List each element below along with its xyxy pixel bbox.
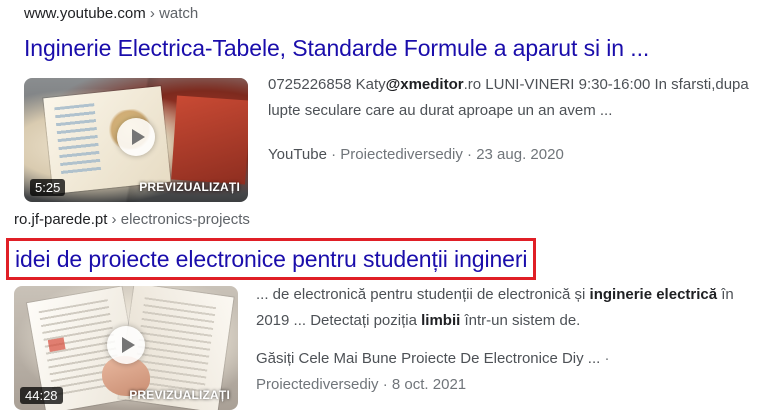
result-date: 8 oct. 2021 xyxy=(391,376,467,393)
result-title-link-highlighted[interactable]: idei de proiecte electronice pentru stud… xyxy=(6,238,537,280)
snippet-text: ... de electronică pentru studenții de e… xyxy=(256,286,590,303)
result-channel: Proiectediversediy xyxy=(340,146,463,163)
snippet-bold-text: @xmeditor xyxy=(385,76,464,93)
video-thumbnail[interactable]: 44:28 PREVIZUALIZAȚI xyxy=(14,286,238,410)
preview-label[interactable]: PREVIZUALIZAȚI xyxy=(139,180,240,194)
snippet-text: într-un sistem de. xyxy=(460,312,581,329)
result-domain[interactable]: ro.jf-parede.pt xyxy=(14,211,107,228)
play-icon[interactable] xyxy=(117,118,155,156)
result-date: 23 aug. 2020 xyxy=(476,146,564,163)
meta-separator: · xyxy=(600,350,610,367)
result-title-text[interactable]: Inginerie Electrica-Tabele, Standarde Fo… xyxy=(24,35,649,61)
result-title-link[interactable]: Inginerie Electrica-Tabele, Standarde Fo… xyxy=(24,34,649,62)
result-channel: Proiectediversediy xyxy=(256,376,379,393)
meta-separator: · xyxy=(462,146,477,163)
result-url-breadcrumb[interactable]: ro.jf-parede.pt › electronics-projects xyxy=(14,210,250,230)
result-snippet: 0725226858 Katy@xmeditor.ro LUNI-VINERI … xyxy=(268,72,758,124)
result-path: › watch xyxy=(145,5,199,22)
result-snippet: ... de electronică pentru studenții de e… xyxy=(256,282,756,334)
snippet-bold-text: limbii xyxy=(421,312,461,329)
result-title-text[interactable]: idei de proiecte electronice pentru stud… xyxy=(15,246,528,272)
video-duration-badge: 5:25 xyxy=(30,179,66,196)
preview-label[interactable]: PREVIZUALIZAȚI xyxy=(129,388,230,402)
result-meta: Proiectediversediy · 8 oct. 2021 xyxy=(256,372,466,398)
result-domain[interactable]: www.youtube.com xyxy=(24,5,146,22)
video-duration-badge: 44:28 xyxy=(20,387,63,404)
result-url-breadcrumb[interactable]: www.youtube.com › watch xyxy=(24,4,198,24)
result-path: › electronics-projects xyxy=(107,211,250,228)
meta-separator: · xyxy=(326,146,341,163)
result-meta: YouTube · Proiectediversediy · 23 aug. 2… xyxy=(268,142,564,168)
snippet-text: 0725226858 Katy xyxy=(268,76,386,93)
result-source: YouTube xyxy=(268,146,327,163)
play-icon[interactable] xyxy=(107,326,145,364)
thumbnail-book-cover xyxy=(171,95,248,185)
snippet-bold-text: inginerie electrică xyxy=(589,286,718,303)
video-thumbnail[interactable]: 5:25 PREVIZUALIZAȚI xyxy=(24,78,248,202)
meta-separator: · xyxy=(378,376,392,393)
result-meta-source: Găsiți Cele Mai Bune Proiecte De Electro… xyxy=(256,346,609,372)
result-source: Găsiți Cele Mai Bune Proiecte De Electro… xyxy=(256,350,601,367)
